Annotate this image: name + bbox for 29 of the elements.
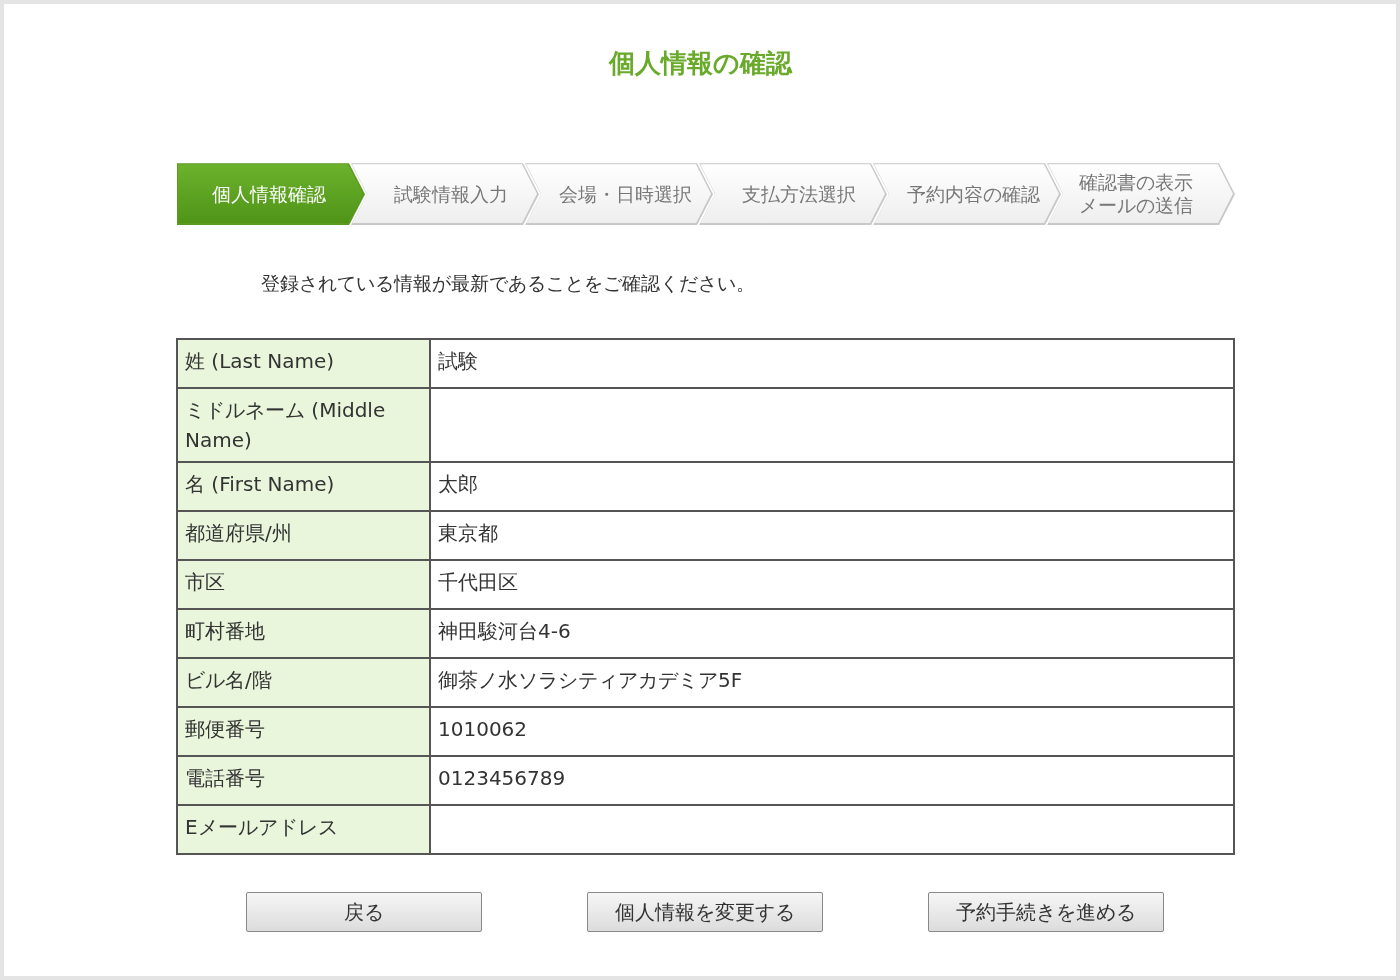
field-value: 御茶ノ水ソラシティアカデミア5F	[430, 657, 1234, 707]
action-button[interactable]: 予約手続きを進める	[928, 891, 1164, 932]
field-value: 神田駿河台4-6	[430, 608, 1234, 658]
field-label: 姓 (Last Name)	[177, 338, 430, 388]
progress-step: 予約内容の確認	[873, 163, 1061, 226]
progress-step: 試験情報入力	[351, 163, 539, 226]
field-value: 千代田区	[430, 559, 1234, 609]
field-label: Eメールアドレス	[177, 804, 430, 854]
field-label: ビル名/階	[177, 657, 430, 707]
field-value: 試験	[430, 338, 1234, 388]
progress-step: 支払方法選択	[699, 163, 887, 226]
field-label: 町村番地	[177, 608, 430, 658]
instruction-text: 登録されている情報が最新であることをご確認ください。	[261, 271, 756, 297]
page-title: 個人情報の確認	[607, 48, 794, 80]
field-label: 市区	[177, 559, 430, 609]
field-value: 東京都	[430, 510, 1234, 560]
field-label: 電話番号	[177, 755, 430, 805]
progress-step: 個人情報確認	[177, 163, 365, 226]
action-button[interactable]: 個人情報を変更する	[587, 891, 823, 932]
field-value: 太郎	[430, 461, 1234, 511]
field-value: 1010062	[430, 706, 1234, 756]
action-button[interactable]: 戻る	[246, 891, 482, 932]
progress-step: 確認書の表示メールの送信	[1047, 163, 1235, 226]
progress-step: 会場・日時選択	[525, 163, 713, 226]
field-label: 名 (First Name)	[177, 461, 430, 511]
field-label: ミドルネーム (Middle Name)	[177, 387, 430, 462]
field-label: 郵便番号	[177, 706, 430, 756]
field-label: 都道府県/州	[177, 510, 430, 560]
field-value: 0123456789	[430, 755, 1234, 805]
